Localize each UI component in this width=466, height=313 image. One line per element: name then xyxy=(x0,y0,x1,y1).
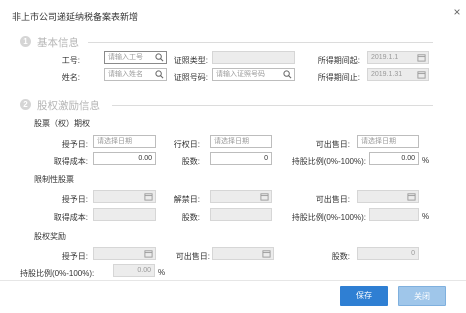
option-shares-label: 股数: xyxy=(181,157,200,166)
restricted-cost-label: 取得成本: xyxy=(53,213,88,222)
restricted-sellable-date-field xyxy=(357,190,419,203)
cert-type-field xyxy=(212,51,295,64)
option-sellable-date-label: 可出售日: xyxy=(315,140,350,149)
calendar-icon xyxy=(417,54,426,62)
calendar-icon xyxy=(262,250,271,258)
section-number-basic: 1 xyxy=(20,36,31,47)
dialog-title: 非上市公司递延纳税备案表新增 xyxy=(12,12,139,22)
option-ratio-input[interactable]: 0.00 xyxy=(369,152,419,165)
search-icon[interactable] xyxy=(155,53,164,62)
reward-grant-date-label: 授予日: xyxy=(61,252,88,261)
reward-shares-field: 0 xyxy=(357,247,419,260)
cert-no-label: 证照号码: xyxy=(173,73,208,82)
reward-ratio-label: 持股比例(0%-100%): xyxy=(20,269,95,278)
calendar-icon xyxy=(144,193,153,201)
option-shares-input[interactable]: 0 xyxy=(210,152,272,165)
calendar-icon xyxy=(260,193,269,201)
restricted-sellable-date-label: 可出售日: xyxy=(315,195,350,204)
restricted-shares-field xyxy=(210,208,272,221)
reward-title: 股权奖励 xyxy=(34,232,66,241)
restricted-cost-field xyxy=(93,208,156,221)
section-divider xyxy=(88,42,433,43)
close-icon[interactable]: × xyxy=(451,6,463,18)
stock-option-title: 股票（权）期权 xyxy=(34,119,90,128)
period-end-value: 2019.1.31 xyxy=(371,71,403,78)
name-input[interactable]: 请输入姓名 xyxy=(104,68,167,81)
restricted-title: 限制性股票 xyxy=(34,175,74,184)
reward-grant-date-field xyxy=(93,247,156,260)
calendar-icon xyxy=(144,250,153,258)
period-start-label: 所得期间起: xyxy=(317,56,360,65)
restricted-ratio-unit: % xyxy=(422,212,430,221)
name-label: 姓名: xyxy=(61,73,80,82)
restricted-grant-date-label: 授予日: xyxy=(61,195,88,204)
cert-no-input[interactable]: 请输入证照号码 xyxy=(212,68,295,81)
option-exercise-date-placeholder: 请选择日期 xyxy=(214,138,249,145)
option-grant-date-placeholder: 请选择日期 xyxy=(97,138,132,145)
section-number-equity: 2 xyxy=(20,99,31,110)
cert-no-placeholder: 请输入证照号码 xyxy=(216,71,265,78)
reward-sellable-date-label: 可出售日: xyxy=(175,252,210,261)
option-grant-date-label: 授予日: xyxy=(61,140,88,149)
reward-sellable-date-field xyxy=(212,247,274,260)
restricted-unlock-date-label: 解禁日: xyxy=(173,195,200,204)
option-cost-label: 取得成本: xyxy=(53,157,88,166)
reward-ratio-field: 0.00 xyxy=(113,264,155,277)
section-divider xyxy=(112,105,433,106)
reward-shares-label: 股数: xyxy=(331,252,350,261)
period-end-field: 2019.1.31 xyxy=(367,68,429,81)
period-start-value: 2019.1.1 xyxy=(371,54,399,61)
employee-id-input[interactable]: 请输入工号 xyxy=(104,51,167,64)
option-ratio-label: 持股比例(0%-100%): xyxy=(291,157,366,166)
restricted-ratio-label: 持股比例(0%-100%): xyxy=(291,213,366,222)
restricted-unlock-date-field xyxy=(210,190,272,203)
section-title-basic: 基本信息 xyxy=(37,37,79,49)
option-cost-input[interactable]: 0.00 xyxy=(93,152,156,165)
option-sellable-date-input[interactable]: 请选择日期 xyxy=(357,135,419,148)
period-end-label: 所得期间止: xyxy=(317,73,360,82)
cert-type-label: 证照类型: xyxy=(173,56,208,65)
calendar-icon xyxy=(407,193,416,201)
option-grant-date-input[interactable]: 请选择日期 xyxy=(93,135,156,148)
employee-id-placeholder: 请输入工号 xyxy=(108,54,143,61)
search-icon[interactable] xyxy=(283,70,292,79)
period-start-field: 2019.1.1 xyxy=(367,51,429,64)
option-exercise-date-input[interactable]: 请选择日期 xyxy=(210,135,272,148)
restricted-grant-date-field xyxy=(93,190,156,203)
calendar-icon xyxy=(417,71,426,79)
option-sellable-date-placeholder: 请选择日期 xyxy=(361,138,396,145)
option-ratio-unit: % xyxy=(422,156,430,165)
close-button[interactable]: 关闭 xyxy=(398,286,446,306)
name-placeholder: 请输入姓名 xyxy=(108,71,143,78)
search-icon[interactable] xyxy=(155,70,164,79)
footer-divider xyxy=(0,280,466,281)
section-title-equity: 股权激励信息 xyxy=(37,100,100,112)
restricted-ratio-field xyxy=(369,208,419,221)
employee-id-label: 工号: xyxy=(61,56,80,65)
restricted-shares-label: 股数: xyxy=(181,213,200,222)
save-button[interactable]: 保存 xyxy=(340,286,388,306)
option-exercise-date-label: 行权日: xyxy=(173,140,200,149)
reward-ratio-unit: % xyxy=(158,268,166,277)
